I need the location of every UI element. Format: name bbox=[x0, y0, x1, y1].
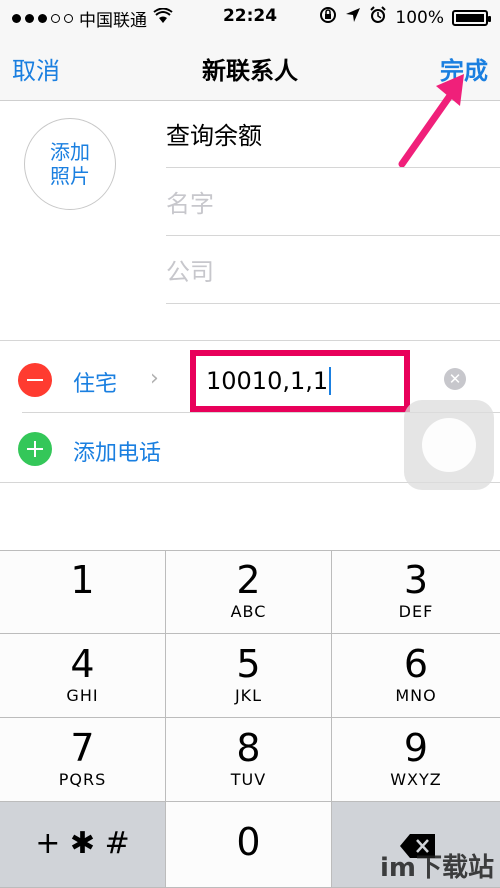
add-photo-button[interactable]: 添加 照片 bbox=[24, 118, 116, 210]
key-7-digit: 7 bbox=[70, 726, 95, 770]
first-name-field[interactable]: 名字 bbox=[166, 168, 500, 236]
key-3-digit: 3 bbox=[403, 558, 429, 602]
key-symbols[interactable]: + ✱ # bbox=[0, 802, 166, 888]
key-9[interactable]: 9 WXYZ bbox=[332, 718, 500, 802]
key-9-letters: WXYZ bbox=[390, 770, 442, 789]
keypad-top-border bbox=[0, 550, 500, 551]
key-7-letters: PQRS bbox=[58, 770, 107, 789]
key-4[interactable]: 4 GHI bbox=[0, 634, 166, 718]
rotation-lock-icon bbox=[319, 6, 337, 29]
remove-phone-button[interactable] bbox=[18, 363, 52, 397]
phone-number-input[interactable]: 10010,1,1 bbox=[190, 350, 410, 412]
phone-type-label[interactable]: 住宅 bbox=[73, 366, 117, 398]
text-caret bbox=[329, 367, 332, 395]
key-6-letters: MNO bbox=[395, 686, 437, 705]
chevron-right-icon[interactable]: › bbox=[150, 366, 159, 391]
key-3-letters: DEF bbox=[398, 602, 434, 621]
key-6-digit: 6 bbox=[403, 642, 429, 686]
section-divider bbox=[0, 340, 500, 341]
add-photo-label-line1: 添加 bbox=[50, 140, 90, 164]
key-5-letters: JKL bbox=[234, 686, 263, 705]
key-8-digit: 8 bbox=[236, 726, 261, 770]
watermark: im下载站 bbox=[379, 853, 494, 883]
alarm-icon bbox=[369, 6, 387, 29]
assistive-touch-button[interactable] bbox=[404, 400, 494, 490]
key-2-letters: ABC bbox=[230, 602, 267, 621]
key-0[interactable]: 0 bbox=[166, 802, 332, 888]
battery-percent: 100% bbox=[395, 7, 444, 28]
key-6[interactable]: 6 MNO bbox=[332, 634, 500, 718]
key-5[interactable]: 5 JKL bbox=[166, 634, 332, 718]
key-0-digit: 0 bbox=[236, 820, 261, 864]
clear-icon[interactable]: ✕ bbox=[444, 368, 466, 390]
status-bar: 中国联通 22:24 100% bbox=[0, 0, 500, 32]
key-4-digit: 4 bbox=[70, 642, 95, 686]
key-2-digit: 2 bbox=[236, 558, 261, 602]
key-1-digit: 1 bbox=[70, 558, 95, 602]
phone-number-value: 10010,1,1 bbox=[206, 367, 329, 395]
add-photo-label-line2: 照片 bbox=[50, 164, 90, 188]
key-2[interactable]: 2 ABC bbox=[166, 550, 332, 634]
key-8[interactable]: 8 TUV bbox=[166, 718, 332, 802]
battery-icon bbox=[452, 9, 491, 26]
numeric-keypad: 1 2 ABC 3 DEF 4 GHI 5 JKL 6 MNO 7 PQRS 8 TUV 9W… bbox=[0, 550, 500, 888]
key-3[interactable]: 3 DEF bbox=[332, 550, 500, 634]
status-right: 100% bbox=[319, 6, 491, 29]
key-8-letters: TUV bbox=[230, 770, 267, 789]
add-phone-label[interactable]: 添加电话 bbox=[73, 435, 161, 467]
location-icon bbox=[345, 7, 361, 28]
key-5-digit: 5 bbox=[236, 642, 261, 686]
key-4-letters: GHI bbox=[66, 686, 99, 705]
key-9-digit: 9 bbox=[403, 726, 429, 770]
company-field[interactable]: 公司 bbox=[166, 236, 500, 304]
key-1[interactable]: 1 bbox=[0, 550, 166, 634]
key-symbols-label: + ✱ # bbox=[35, 826, 130, 861]
last-name-field[interactable]: 查询余额 bbox=[166, 100, 500, 168]
add-phone-button[interactable] bbox=[18, 432, 52, 466]
key-7[interactable]: 7 PQRS bbox=[0, 718, 166, 802]
